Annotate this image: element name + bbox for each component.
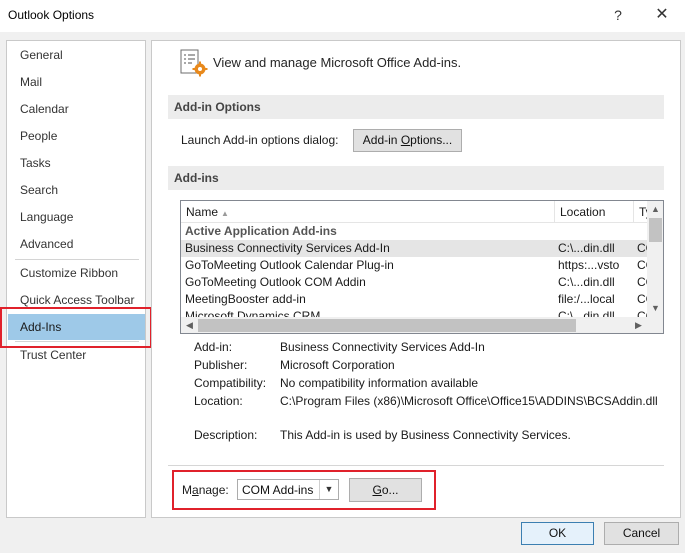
window-title: Outlook Options [8,8,95,22]
section-divider [168,465,664,466]
nav-item-tasks[interactable]: Tasks [8,150,145,176]
category-nav: General Mail Calendar People Tasks Searc… [6,40,146,518]
vertical-scroll-thumb[interactable] [649,218,662,242]
cancel-button[interactable]: Cancel [604,522,679,545]
list-group-header: Active Application Add-ins [185,224,337,238]
nav-item-search[interactable]: Search [8,177,145,203]
detail-addin-value: Business Connectivity Services Add-In [280,340,485,354]
nav-item-language[interactable]: Language [8,204,145,230]
column-header-name[interactable]: Name ▲ [181,201,555,223]
detail-compatibility-label: Compatibility: [194,376,267,390]
detail-description-value: This Add-in is used by Business Connecti… [280,428,571,442]
detail-description-label: Description: [194,428,258,442]
help-button[interactable]: ? [604,4,632,26]
scroll-up-icon[interactable]: ▲ [647,201,663,218]
addins-section-header: Add-ins [168,166,664,190]
ok-button[interactable]: OK [521,522,594,545]
nav-item-people[interactable]: People [8,123,145,149]
title-bar: Outlook Options ? ✕ [0,0,685,32]
nav-item-advanced[interactable]: Advanced [8,231,145,257]
nav-item-customize-ribbon[interactable]: Customize Ribbon [8,260,145,286]
nav-item-mail[interactable]: Mail [8,69,145,95]
vertical-scrollbar[interactable]: ▲ ▼ [647,201,663,317]
highlight-outline-add-ins [0,307,152,348]
detail-compatibility-value: No compatibility information available [280,376,479,390]
highlight-outline-manage [172,470,436,510]
nav-item-calendar[interactable]: Calendar [8,96,145,122]
list-row[interactable]: GoToMeeting Outlook Calendar Plug-in htt… [181,257,649,274]
sort-ascending-icon: ▲ [221,209,229,218]
column-header-location[interactable]: Location [555,201,634,223]
addins-list[interactable]: Name ▲ Location Ty Active Application Add… [180,200,664,334]
list-row[interactable]: MeetingBooster add-in file:/...local CC [181,291,649,308]
column-header-type[interactable]: Ty [634,201,652,223]
scrollbar-corner [647,317,663,333]
scroll-left-icon[interactable]: ◀ [181,317,198,333]
detail-publisher-label: Publisher: [194,358,248,372]
scroll-right-icon[interactable]: ▶ [630,317,647,333]
addin-options-section-header: Add-in Options [168,95,664,119]
detail-location-label: Location: [194,394,243,408]
launch-addin-options-label: Launch Add-in options dialog: [181,133,339,147]
nav-item-general[interactable]: General [8,42,145,68]
list-row[interactable]: Business Connectivity Services Add-In C:… [181,240,649,257]
list-header: Name ▲ Location Ty [181,201,652,223]
page-title: View and manage Microsoft Office Add-ins… [213,55,462,70]
detail-addin-label: Add-in: [194,340,233,354]
detail-location-value: C:\Program Files (x86)\Microsoft Office\… [280,394,658,408]
detail-publisher-value: Microsoft Corporation [280,358,395,372]
list-row[interactable]: GoToMeeting Outlook COM Addin C:\...din.… [181,274,649,291]
horizontal-scroll-thumb[interactable] [198,319,576,332]
addins-settings-icon [178,47,210,79]
close-button[interactable]: ✕ [648,4,676,26]
addin-options-button[interactable]: Add-in Options... [353,129,462,152]
scroll-down-icon[interactable]: ▼ [647,300,663,317]
horizontal-scrollbar[interactable]: ◀ ▶ [181,317,647,333]
